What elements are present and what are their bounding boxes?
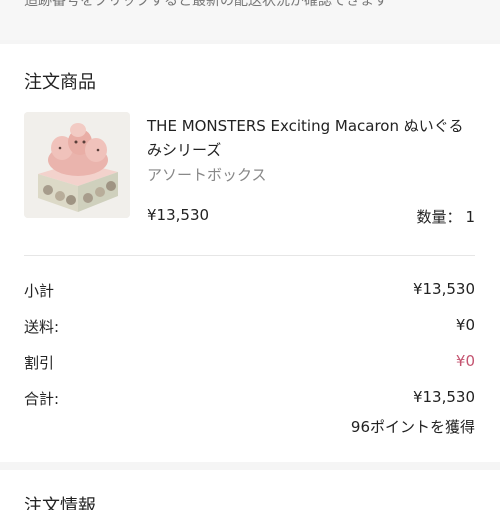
total-value: ¥13,530 bbox=[412, 388, 475, 406]
shipping-value: ¥0 bbox=[455, 316, 475, 334]
order-info-title: 注文情報 bbox=[24, 496, 96, 510]
points-earned: 96ポイントを獲得 bbox=[350, 418, 475, 436]
shipping-row: 送料: ¥0 bbox=[24, 316, 475, 336]
product-box-illustration bbox=[24, 112, 130, 218]
quantity-value: 1 bbox=[465, 208, 475, 226]
section-divider bbox=[24, 255, 475, 256]
tracking-note-bar: 追跡番号をクリックすると最新の配送状況が確認できます bbox=[0, 0, 500, 40]
discount-row: 割引 ¥0 bbox=[24, 352, 475, 372]
discount-value: ¥0 bbox=[455, 352, 475, 370]
product-image[interactable] bbox=[24, 112, 130, 218]
subtotal-label: 小計 bbox=[24, 282, 55, 300]
tracking-note-text: 追跡番号をクリックすると最新の配送状況が確認できます bbox=[24, 0, 388, 9]
product-quantity: 数量： 1 bbox=[416, 206, 475, 227]
subtotal-row: 小計 ¥13,530 bbox=[24, 280, 475, 300]
discount-label: 割引 bbox=[24, 354, 55, 372]
order-items-title: 注文商品 bbox=[24, 72, 96, 93]
shipping-label: 送料: bbox=[24, 318, 60, 336]
subtotal-value: ¥13,530 bbox=[412, 280, 475, 298]
total-row: 合計: ¥13,530 bbox=[24, 388, 475, 408]
product-price: ¥13,530 bbox=[147, 206, 210, 224]
product-variant: アソートボックス bbox=[147, 166, 267, 184]
order-info-card: 注文情報 bbox=[0, 470, 500, 510]
total-label: 合計: bbox=[24, 390, 60, 408]
product-name[interactable]: THE MONSTERS Exciting Macaron ぬいぐるみシリーズ bbox=[147, 114, 477, 162]
quantity-label: 数量： bbox=[416, 208, 462, 226]
order-items-card: 注文商品 THE MONSTERS Exciting Macaron ぬいぐるみ… bbox=[0, 44, 500, 462]
